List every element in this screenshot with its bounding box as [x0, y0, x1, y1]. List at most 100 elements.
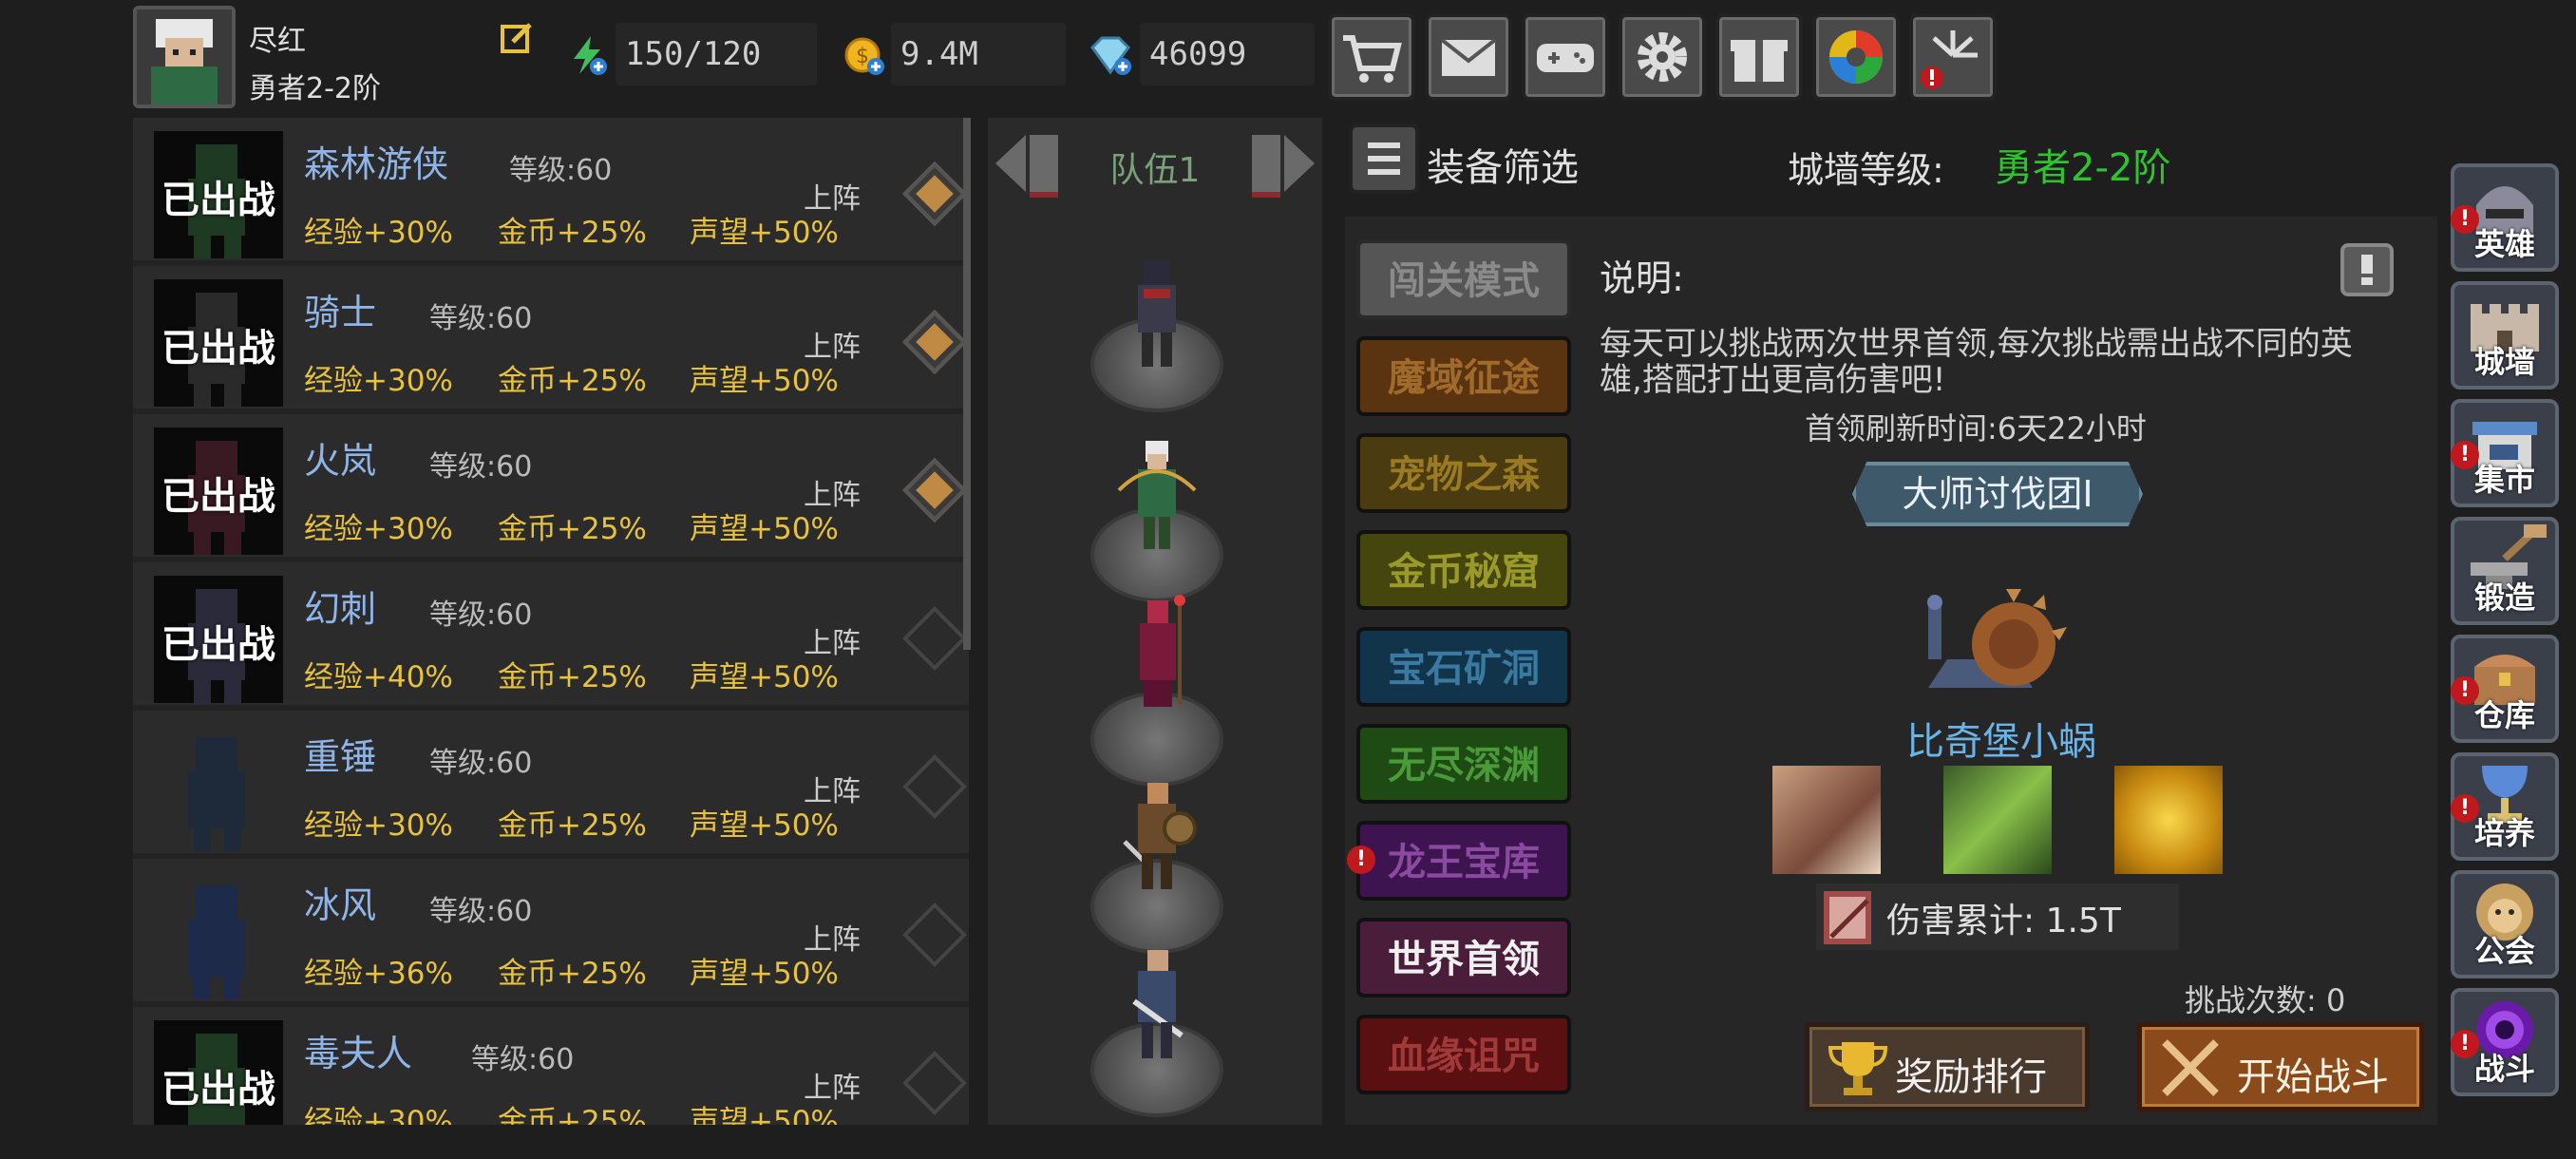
- stamina-value: 150/120: [616, 23, 817, 86]
- deployed-badge: 已出战: [161, 179, 275, 222]
- nav-guild-label: 公会: [2473, 933, 2535, 969]
- mode-button-pet-forest[interactable]: 宠物之森: [1356, 433, 1571, 513]
- hero-portrait: [154, 872, 283, 999]
- hero-deploy-label: 上阵: [804, 1072, 861, 1105]
- exclamation-icon: [2361, 255, 2373, 285]
- hero-deploy-toggle-icon[interactable]: [902, 458, 967, 522]
- hero-row[interactable]: 已出战 毒夫人 等级:60 经验+30% 金币+25% 声望+50% 上阵: [133, 1007, 969, 1125]
- mode-button-dragon-vault[interactable]: 龙王宝库: [1356, 821, 1571, 901]
- hero-deploy-label: 上阵: [804, 331, 861, 364]
- hero-list-scrollbar[interactable]: [963, 118, 971, 650]
- start-battle-label: 开始战斗: [2237, 1055, 2389, 1099]
- info-help-button[interactable]: [2340, 243, 2394, 296]
- gold-coin-icon: $: [843, 34, 885, 76]
- hero-gold-bonus: 金币+25%: [498, 660, 647, 694]
- hero-portrait: 已出战: [154, 576, 283, 703]
- color-wheel-button[interactable]: [1812, 13, 1900, 101]
- hero-level: 等级:60: [509, 154, 613, 187]
- nav-cultivate[interactable]: ! 培养: [2451, 752, 2559, 861]
- hero-row[interactable]: 已出战 火岚 等级:60 经验+30% 金币+25% 声望+50% 上阵: [133, 414, 969, 557]
- settings-button[interactable]: [1619, 13, 1706, 101]
- shop-cart-icon: [1343, 35, 1402, 83]
- boss-skill-1-slash-icon[interactable]: [1772, 766, 1881, 874]
- hero-deploy-toggle-icon[interactable]: [902, 310, 967, 374]
- hero-list[interactable]: 已出战 森林游侠 等级:60 经验+30% 金币+25% 声望+50% 上阵 已出战 骑士 等级:…: [133, 118, 969, 1125]
- boss-group-banner: 大师讨伐团I: [1852, 462, 2143, 526]
- hero-exp-bonus: 经验+30%: [304, 1105, 453, 1125]
- nav-hero-label: 英雄: [2473, 226, 2535, 262]
- firework-button[interactable]: [1909, 13, 1997, 101]
- hero-level: 等级:60: [429, 302, 533, 335]
- boss-skill-2-spear-icon[interactable]: [1943, 766, 2052, 874]
- hero-portrait: 已出战: [154, 279, 283, 407]
- hero-gold-bonus: 金币+25%: [498, 512, 647, 546]
- hero-deploy-toggle-icon[interactable]: [902, 1051, 967, 1115]
- filter-label[interactable]: 装备筛选: [1427, 137, 1579, 192]
- gamepad-button[interactable]: [1522, 13, 1609, 101]
- player-avatar[interactable]: [133, 6, 236, 108]
- hero-name: 森林游侠: [304, 143, 449, 185]
- hero-name: 幻刺: [304, 588, 377, 630]
- hero-deploy-toggle-icon[interactable]: [902, 754, 967, 819]
- mode-button-blood-curse[interactable]: 血缘诅咒: [1356, 1015, 1571, 1094]
- nav-battle[interactable]: ! 战斗: [2451, 988, 2559, 1096]
- hero-level: 等级:60: [429, 450, 533, 484]
- nav-forge[interactable]: 锻造: [2451, 517, 2559, 625]
- hero-row[interactable]: 已出战 森林游侠 等级:60 经验+30% 金币+25% 声望+50% 上阵: [133, 118, 969, 260]
- mode-button-stage[interactable]: 闯关模式: [1356, 239, 1571, 319]
- hero-name: 重锤: [304, 736, 377, 778]
- hero-deploy-toggle-icon[interactable]: [902, 606, 967, 671]
- hero-deploy-toggle-icon[interactable]: [902, 902, 967, 967]
- hero-portrait: 已出战: [154, 428, 283, 555]
- hero-row[interactable]: 已出战 骑士 等级:60 经验+30% 金币+25% 声望+50% 上阵: [133, 266, 969, 408]
- hero-level: 等级:60: [471, 1043, 575, 1076]
- team-panel: 队伍1: [988, 118, 1322, 1125]
- mode-button-world-boss[interactable]: 世界首领: [1356, 918, 1571, 998]
- mode-button-gem-mine[interactable]: 宝石矿洞: [1356, 627, 1571, 707]
- mode-button-endless-abyss[interactable]: 无尽深渊: [1356, 724, 1571, 804]
- hero-row[interactable]: 冰风 等级:60 经验+36% 金币+25% 声望+50% 上阵: [133, 859, 969, 1001]
- gamepad-icon: [1537, 44, 1594, 72]
- mail-icon: [1440, 38, 1497, 76]
- hero-row[interactable]: 已出战 幻刺 等级:60 经验+40% 金币+25% 声望+50% 上阵: [133, 562, 969, 705]
- color-wheel-icon: [1829, 30, 1883, 84]
- hero-deploy-label: 上阵: [804, 182, 861, 216]
- nav-hero[interactable]: ! 英雄: [2451, 163, 2559, 272]
- nav-wall[interactable]: 城墙: [2451, 281, 2559, 390]
- hero-gold-bonus: 金币+25%: [498, 808, 647, 843]
- nav-guild[interactable]: 公会: [2451, 870, 2559, 978]
- nav-market[interactable]: ! 集市: [2451, 399, 2559, 507]
- hero-name: 毒夫人: [304, 1033, 413, 1074]
- hero-portrait: 已出战: [154, 131, 283, 258]
- wall-level-value: 勇者2-2阶: [1995, 146, 2171, 190]
- hero-gold-bonus: 金币+25%: [498, 216, 647, 250]
- svg-text:$: $: [856, 45, 869, 68]
- nav-warehouse[interactable]: ! 仓库: [2451, 635, 2559, 743]
- boss-skill-3-burst-icon[interactable]: [2114, 766, 2223, 874]
- deployed-badge: 已出战: [161, 327, 275, 370]
- hero-gold-bonus: 金币+25%: [498, 364, 647, 398]
- hero-level: 等级:60: [429, 747, 533, 780]
- deployed-badge: 已出战: [161, 1068, 275, 1112]
- nav-forge-label: 锻造: [2473, 580, 2535, 616]
- hero-row[interactable]: 重锤 等级:60 经验+30% 金币+25% 声望+50% 上阵: [133, 711, 969, 853]
- mode-button-gold-cave[interactable]: 金币秘窟: [1356, 530, 1571, 610]
- shop-cart-button[interactable]: [1328, 13, 1415, 101]
- firework-icon: [1921, 30, 1978, 89]
- info-title: 说明:: [1600, 257, 1684, 299]
- mail-button[interactable]: [1425, 13, 1512, 101]
- edit-name-icon[interactable]: [500, 21, 534, 55]
- filter-menu-button[interactable]: [1349, 124, 1419, 194]
- hero-name: 骑士: [304, 292, 377, 333]
- nav-market-label: 集市: [2473, 462, 2535, 498]
- team-next-arrow-icon[interactable]: [1244, 125, 1322, 201]
- challenge-attempts: 挑战次数: 0: [2185, 982, 2346, 1018]
- hero-exp-bonus: 经验+40%: [304, 660, 453, 694]
- start-battle-button[interactable]: 开始战斗: [2137, 1022, 2424, 1112]
- hero-deploy-toggle-icon[interactable]: [902, 162, 967, 226]
- boss-name: 比奇堡小蜗: [1906, 720, 2096, 764]
- hero-deploy-label: 上阵: [804, 775, 861, 808]
- gift-button[interactable]: [1715, 13, 1803, 101]
- reward-ranking-button[interactable]: 奖励排行: [1805, 1022, 2090, 1112]
- mode-button-demon-realm[interactable]: 魔域征途: [1356, 336, 1571, 416]
